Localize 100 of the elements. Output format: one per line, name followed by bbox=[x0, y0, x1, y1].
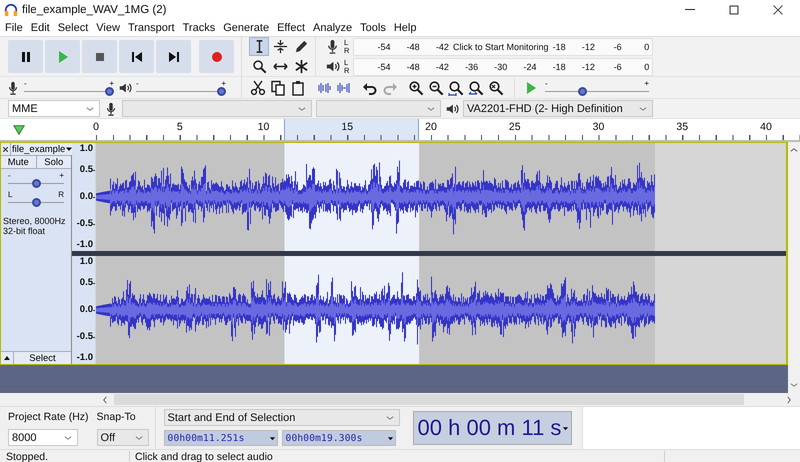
meter-tick-label: -12 bbox=[582, 62, 595, 72]
slider-thumb[interactable] bbox=[32, 179, 40, 188]
slider-thumb[interactable] bbox=[105, 86, 114, 96]
scale-label: 1.0 bbox=[80, 257, 93, 267]
asterisk-icon bbox=[294, 59, 308, 74]
menu-item[interactable]: File bbox=[1, 22, 27, 34]
menu-item[interactable]: Effect bbox=[273, 22, 310, 34]
speaker-icon bbox=[324, 59, 340, 74]
recording-meter[interactable]: -54 -48 -42 Click to Start Monitoring -18 -12 -6 0 bbox=[353, 38, 653, 56]
meter-tick-label: -6 bbox=[614, 62, 622, 72]
magnifier-icon bbox=[252, 59, 266, 74]
slider-min-label: L bbox=[8, 191, 12, 198]
clipboard-icon bbox=[290, 80, 306, 96]
status-text: Stopped. bbox=[0, 450, 130, 462]
speaker-icon bbox=[118, 80, 132, 94]
meter-tick-label: -18 bbox=[552, 42, 566, 52]
playback-device-dropdown[interactable]: VA2201-FHD (2- High Definition bbox=[463, 100, 653, 117]
time-label: 10 bbox=[258, 121, 270, 133]
close-icon bbox=[771, 2, 785, 16]
mute-button[interactable]: Mute bbox=[1, 156, 36, 168]
skip-to-end-button[interactable] bbox=[156, 40, 191, 73]
slider-max-label: + bbox=[644, 80, 649, 86]
menu-item[interactable]: Edit bbox=[26, 22, 54, 34]
snap-to-label: Snap-To bbox=[96, 411, 137, 423]
selection-end-field[interactable]: 00h00m19.300s bbox=[282, 430, 396, 446]
track-name-menu[interactable]: file_example bbox=[11, 143, 74, 155]
slider-thumb[interactable] bbox=[32, 198, 40, 207]
maximize-icon bbox=[727, 2, 741, 16]
project-rate-label: Project Rate (Hz) bbox=[8, 411, 89, 423]
stop-button[interactable] bbox=[82, 40, 117, 73]
triangle-down-icon bbox=[12, 122, 26, 136]
record-button[interactable] bbox=[199, 40, 234, 73]
time-label: 5 bbox=[176, 121, 183, 133]
snap-to-dropdown[interactable]: Off bbox=[96, 429, 149, 446]
slider-min-label: - bbox=[8, 172, 11, 179]
minimize-icon bbox=[685, 9, 695, 10]
vertical-scrollbar[interactable] bbox=[788, 142, 800, 393]
scale-label: 0.0 bbox=[80, 192, 93, 202]
playback-meter[interactable]: -54 -48 -42 -36 -30 -24 -18 -12 -6 0 bbox=[353, 58, 653, 76]
menu-item[interactable]: Transport bbox=[124, 22, 179, 34]
slider-min-label: - bbox=[24, 80, 27, 86]
time-label: 15 bbox=[341, 121, 354, 133]
scale-label: 1.0 bbox=[80, 144, 93, 154]
speaker-icon bbox=[445, 102, 459, 116]
skip-to-start-button[interactable] bbox=[119, 40, 154, 73]
meter-tick-label: -30 bbox=[494, 62, 508, 72]
meter-tick-label: 0 bbox=[644, 42, 650, 52]
scissors-icon bbox=[250, 80, 266, 96]
pencil-icon bbox=[294, 39, 308, 54]
close-icon bbox=[1, 144, 10, 154]
meter-tick-label: -12 bbox=[582, 42, 595, 52]
menu-item[interactable]: Tools bbox=[356, 22, 390, 34]
meter-tick-label: -42 bbox=[436, 62, 449, 72]
meter-tick-label: -48 bbox=[406, 62, 420, 72]
time-label: 35 bbox=[676, 121, 688, 133]
monitoring-prompt[interactable]: Click to Start Monitoring bbox=[453, 42, 549, 52]
window-title: file_example_WAV_1MG (2) bbox=[22, 4, 168, 16]
menu-item[interactable]: View bbox=[92, 22, 124, 34]
slider-thumb[interactable] bbox=[578, 86, 588, 96]
microphone-icon bbox=[6, 80, 20, 94]
close-track-button[interactable] bbox=[1, 143, 11, 155]
menu-item[interactable]: Help bbox=[390, 22, 420, 34]
select-track-button[interactable]: Select bbox=[14, 352, 71, 364]
time-label: 40 bbox=[760, 121, 772, 133]
selection-format-dropdown[interactable]: Start and End of Selection bbox=[164, 409, 400, 426]
slider-thumb[interactable] bbox=[217, 86, 226, 96]
caret-down-icon bbox=[562, 424, 570, 432]
caret-down-icon bbox=[268, 434, 276, 442]
menu-item[interactable]: Tracks bbox=[178, 22, 220, 34]
microphone-icon bbox=[104, 102, 118, 116]
scale-label: 0.5 bbox=[80, 278, 93, 288]
timeline-ruler[interactable]: 0 5 10 15 20 25 30 35 40 bbox=[95, 119, 800, 140]
scale-label: 0.0 bbox=[80, 305, 93, 315]
caret-down-icon bbox=[386, 434, 394, 442]
menu-item[interactable]: Select bbox=[54, 22, 92, 34]
solo-button[interactable]: Solo bbox=[36, 156, 71, 168]
meter-tick-label: -36 bbox=[465, 62, 478, 72]
menu-item[interactable]: Generate bbox=[219, 22, 274, 34]
time-label: 30 bbox=[592, 121, 604, 133]
slider-min-label: - bbox=[545, 80, 548, 86]
fit-project-icon bbox=[468, 80, 484, 96]
slider-max-label: R bbox=[58, 191, 64, 198]
time-label: 25 bbox=[508, 121, 521, 133]
project-rate-dropdown[interactable]: 8000 bbox=[8, 429, 78, 446]
meter-tick-label: -42 bbox=[436, 42, 449, 52]
pause-button[interactable] bbox=[8, 40, 43, 73]
audio-host-dropdown[interactable]: MME bbox=[8, 100, 100, 117]
time-label: 0 bbox=[93, 121, 99, 133]
audio-position-display[interactable]: 00 h 00 m 11 s bbox=[412, 411, 572, 445]
selection-tool-button[interactable] bbox=[249, 37, 269, 56]
meter-tick-label: -24 bbox=[524, 62, 536, 72]
zoom-toggle-icon bbox=[488, 80, 504, 96]
selection-start-field[interactable]: 00h00m11.251s bbox=[164, 430, 278, 446]
scrollbar-thumb[interactable] bbox=[114, 394, 744, 405]
meter-tick-label: -54 bbox=[378, 42, 390, 52]
envelope-icon bbox=[272, 39, 288, 54]
menu-item[interactable]: Analyze bbox=[309, 22, 356, 34]
headphones-icon bbox=[4, 2, 18, 16]
scale-label: -1.0 bbox=[76, 240, 93, 250]
zoom-in-icon bbox=[408, 80, 424, 96]
